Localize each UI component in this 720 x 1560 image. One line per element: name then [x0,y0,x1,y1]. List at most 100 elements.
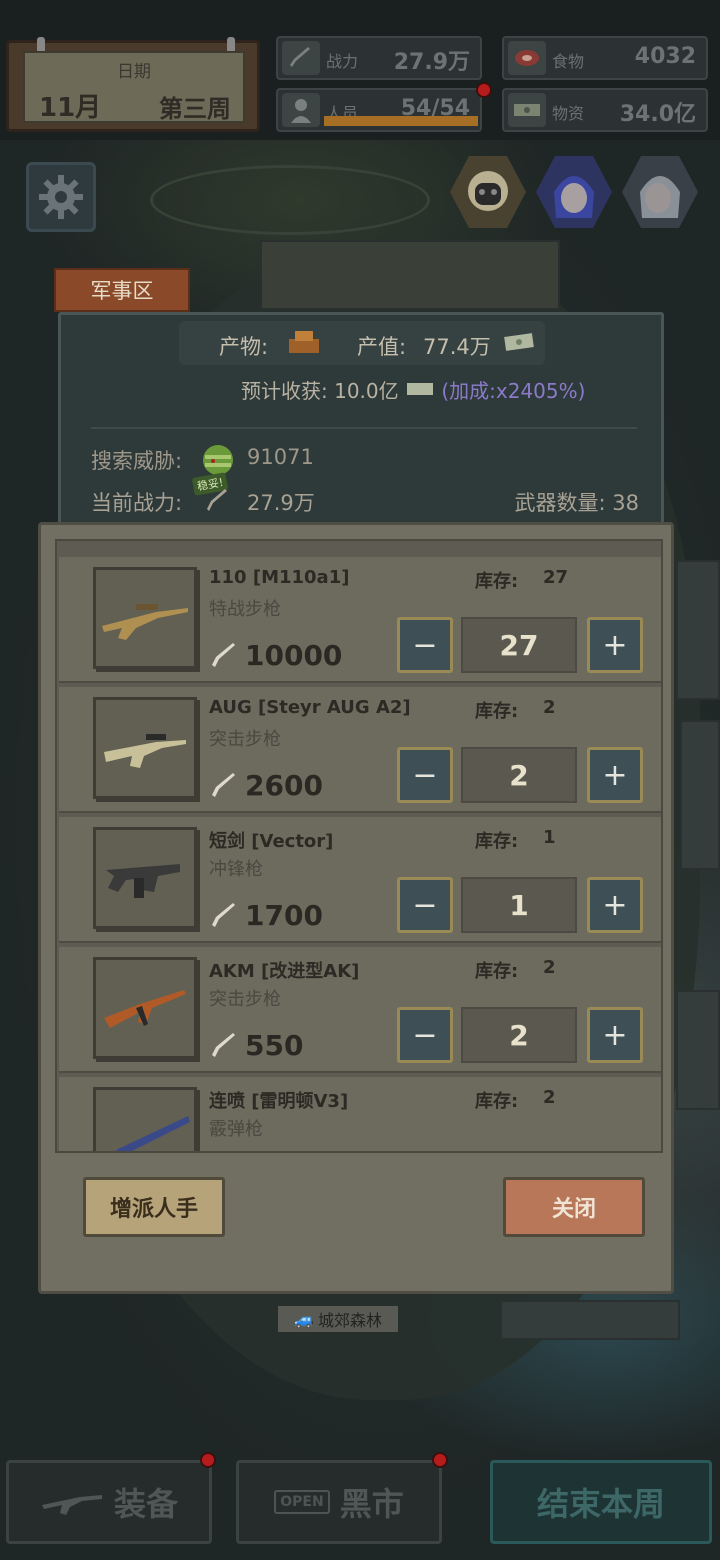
stock-label: 库存: [475,571,519,592]
equipment-button[interactable]: 装备 [6,1460,212,1544]
personnel-progress [324,116,478,126]
weapon-count: 武器数量: 38 [514,491,639,515]
weapon-thumbnail [93,957,197,1059]
power-stat[interactable]: 战力 27.9万 [276,36,482,80]
date-board: 日期 11月 第三周 [23,51,245,123]
date-week: 第三周 [159,95,231,123]
region-name-tab: 军事区 [54,268,190,312]
shotgun-icon [116,1116,190,1151]
stock-value: 2 [543,957,556,978]
masked-robot-icon [468,171,508,211]
map-dock [500,1300,680,1340]
end-week-button[interactable]: 结束本周 [490,1460,712,1544]
settings-button[interactable] [26,162,96,232]
increase-button[interactable]: + [587,617,643,673]
cash-icon [407,383,433,395]
map-road [150,165,430,235]
bullpup-rifle-icon [104,734,186,768]
food-value: 4032 [634,44,696,69]
weapon-power: 550 [245,1029,304,1062]
location-name: 城郊森林 [317,1311,382,1330]
weapon-thumbnail [93,1087,197,1151]
harvest-label: 预计收获: [241,379,328,403]
date-panel[interactable]: 日期 11月 第三周 [6,37,260,132]
cash-icon [504,333,534,351]
stock-value: 27 [543,567,569,588]
personnel-stat[interactable]: 人员 54/54 [276,88,482,132]
decrease-button[interactable]: − [397,747,453,803]
power-value: 27.9万 [393,50,470,75]
ammo-crate-icon [289,331,319,353]
quantity-value: 2 [461,1007,577,1063]
quantity-value: 1 [461,877,577,933]
quantity-value: 27 [461,617,577,673]
black-market-label: 黑市 [339,1485,404,1523]
threat-label: 搜索威胁: [91,449,183,473]
map-building [676,560,720,700]
expected-harvest: 预计收获: 10.0亿 (加成:x2405%) [241,375,585,404]
weapon-type: 特战步枪 [209,599,281,620]
weapon-thumbnail [93,697,197,799]
production-bar: 产物: 产值: 77.4万 [179,321,545,365]
threat-value: 91071 [247,445,314,469]
weapon-name: 短剑 [Vector] [209,831,334,852]
map-farmland [260,240,560,310]
weapon-type: 突击步枪 [209,989,281,1010]
supplies-stat[interactable]: 物资 34.0亿 [502,88,708,132]
gear-icon [39,175,83,219]
map-location-label[interactable]: 🚙 城郊森林 [278,1306,398,1332]
power-label: 战力 [326,52,359,71]
weapon-name: 110 [M110a1] [209,567,350,588]
assign-more-button[interactable]: 增派人手 [83,1177,225,1237]
assault-rifle-icon [104,990,186,1028]
map-building [680,720,720,870]
open-sign-icon: OPEN [274,1490,330,1514]
weapon-power: 10000 [245,639,343,672]
cash-icon [508,93,546,127]
weapon-name: 连喷 [雷明顿V3] [209,1091,349,1112]
weapon-row: AUG [Steyr AUG A2] 突击步枪 库存: 2 2600 − 2 + [59,687,661,813]
increase-button[interactable]: + [587,747,643,803]
stock-label: 库存: [475,1091,519,1112]
weapon-row: 短剑 [Vector] 冲锋枪 库存: 1 1700 − 1 + [59,817,661,943]
increase-button[interactable]: + [587,1007,643,1063]
decrease-button[interactable]: − [397,1007,453,1063]
quantity-value: 2 [461,747,577,803]
rifle-icon [282,41,320,75]
car-icon: 🚙 [294,1309,314,1329]
date-month: 11月 [39,93,102,123]
stock-value: 2 [543,697,556,718]
production-value-label: 产值: [357,335,407,359]
weapon-name: AUG [Steyr AUG A2] [209,697,411,718]
current-power-label: 当前战力: [91,491,183,515]
food-stat[interactable]: 食物 4032 [502,36,708,80]
increase-button[interactable]: + [587,877,643,933]
map-building [676,990,720,1110]
close-button[interactable]: 关闭 [503,1177,645,1237]
rifle-icon [207,489,227,511]
personnel-progress-fill [324,116,478,126]
food-label: 食物 [552,52,585,71]
black-market-button[interactable]: OPEN 黑市 [236,1460,442,1544]
stock-label: 库存: [475,701,519,722]
blue-hair-girl-icon [554,176,594,218]
stock-label: 库存: [475,831,519,852]
rifle-icon [41,1495,102,1515]
stock-value: 1 [543,827,556,848]
rifle-icon [212,643,235,667]
notification-dot [476,82,492,98]
person-icon [282,93,320,127]
weapon-power: 2600 [245,769,323,802]
meat-icon [508,41,546,75]
decrease-button[interactable]: − [397,877,453,933]
notification-dot [432,1452,448,1468]
supplies-label: 物资 [552,104,585,123]
decrease-button[interactable]: − [397,617,453,673]
weapon-row: AKM [改进型AK] 突击步枪 库存: 2 550 − 2 + [59,947,661,1073]
harvest-bonus: (加成:x2405%) [441,379,586,403]
weapon-name: AKM [改进型AK] [209,961,360,982]
date-title: 日期 [117,62,151,82]
weapon-list[interactable]: 110 [M110a1] 特战步枪 库存: 27 10000 − 27 + AU… [55,539,663,1153]
silver-hair-girl-icon [640,176,680,218]
supplies-value: 34.0亿 [619,102,696,127]
